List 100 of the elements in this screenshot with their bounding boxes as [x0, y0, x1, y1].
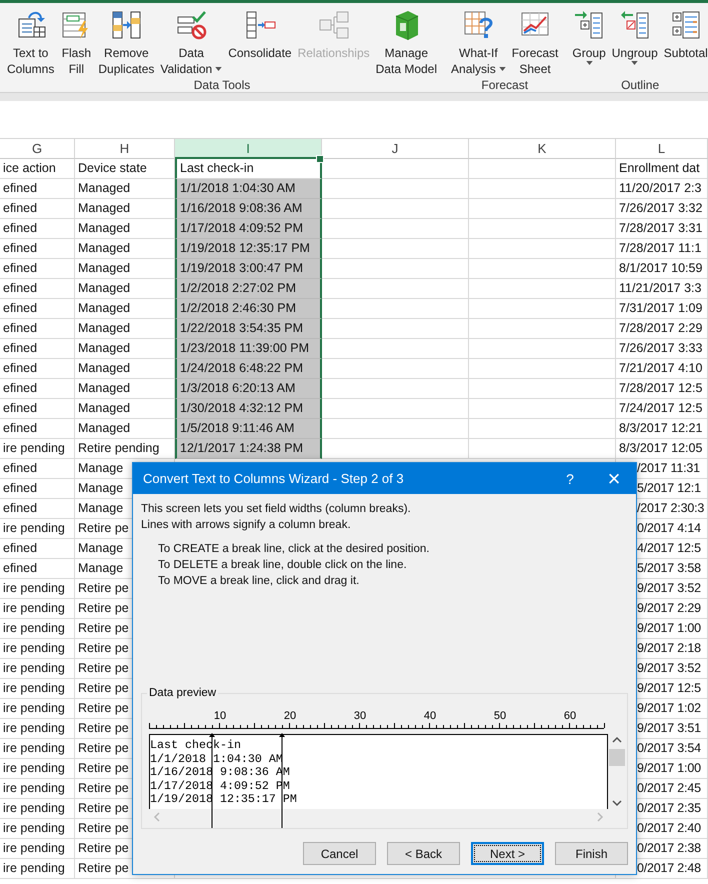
table-cell: efined — [0, 379, 75, 399]
ribbon-button[interactable]: Manage Data Model — [372, 3, 440, 78]
table-cell: 1/22/2018 3:54:35 PM — [175, 319, 322, 339]
ruler-number: 40 — [424, 710, 436, 722]
ribbon-button[interactable]: Flash Fill — [57, 3, 96, 78]
dialog-button[interactable]: Next > — [471, 842, 544, 865]
table-cell: ire pending — [0, 619, 75, 639]
table-cell: 11/20/2017 2:3 — [616, 179, 708, 199]
table-cell: efined — [0, 459, 75, 479]
group-rows-icon — [573, 9, 606, 41]
group-label: Data preview — [147, 686, 218, 701]
table-cell: ire pending — [0, 699, 75, 719]
table-cell: ire pending — [0, 719, 75, 739]
columns-arrow-icon — [110, 9, 142, 41]
table-cell: ire pending — [0, 859, 75, 879]
table-cell: ire pending — [0, 739, 75, 759]
ribbon-button[interactable]: Ungroup — [608, 3, 661, 78]
subtotal-grid-icon — [670, 9, 702, 41]
table-cell: 7/24/2017 12:5 — [616, 399, 708, 419]
table-cell: 1/17/2018 4:09:52 PM — [175, 219, 322, 239]
table-cell: 1/3/2018 6:20:13 AM — [175, 379, 322, 399]
table-cell: ire pending — [0, 519, 75, 539]
group-label: Outline — [621, 78, 660, 92]
ribbon-button[interactable]: Data Validation — [157, 3, 226, 78]
table-cell: 1/19/2018 12:35:17 PM — [175, 239, 322, 259]
vertical-scrollbar[interactable] — [608, 734, 625, 809]
ribbon-button[interactable]: Remove Duplicates — [95, 3, 158, 78]
table-cell: 7/28/2017 11:1 — [616, 239, 708, 259]
column-header[interactable]: K — [469, 138, 616, 159]
table-cell: efined — [0, 279, 75, 299]
table-cell: efined — [0, 479, 75, 499]
table-cell: efined — [0, 219, 75, 239]
table-cell: 8/3/2017 12:05 — [616, 439, 708, 459]
checkmark-prohibit-icon — [175, 9, 208, 41]
ribbon-button[interactable]: Text to Columns — [4, 3, 58, 78]
table-cell: 1/5/2018 9:11:46 AM — [175, 419, 322, 439]
group-label: Forecast — [481, 78, 528, 92]
table-cell: efined — [0, 259, 75, 279]
table-cell: Device state — [75, 159, 175, 179]
table-cell: ire pending — [0, 679, 75, 699]
table-cell: efined — [0, 299, 75, 319]
ruler-number: 20 — [284, 710, 296, 722]
table-cell: efined — [0, 419, 75, 439]
fill-handle[interactable] — [316, 155, 324, 163]
table-cell: 1/2/2018 2:46:30 PM — [175, 299, 322, 319]
column-header[interactable]: H — [75, 138, 175, 159]
table-cell: efined — [0, 319, 75, 339]
table-cell: ire pending — [0, 759, 75, 779]
help-button[interactable]: ? — [548, 463, 592, 494]
table-cell: efined — [0, 239, 75, 259]
table-cell: efined — [0, 359, 75, 379]
table-cell: 12/1/2017 1:24:38 PM — [175, 439, 322, 459]
table-cell: efined — [0, 199, 75, 219]
table-cell: 1/2/2018 2:27:02 PM — [175, 279, 322, 299]
table-cell: ire pending — [0, 659, 75, 679]
table-cell: ire pending — [0, 779, 75, 799]
ruler-number: 10 — [214, 710, 226, 722]
table-cell: 1/23/2018 11:39:00 PM — [175, 339, 322, 359]
table-cell: 1/16/2018 9:08:36 AM — [175, 199, 322, 219]
ribbon-button[interactable]: Consolidate — [225, 3, 295, 78]
linked-tables-icon — [318, 9, 350, 41]
column-header[interactable]: J — [322, 138, 469, 159]
table-cell: efined — [0, 539, 75, 559]
question-grid-icon — [462, 9, 494, 41]
table-cell: 11/21/2017 3:3 — [616, 279, 708, 299]
table-cell: 7/21/2017 4:10 — [616, 359, 708, 379]
cells-arrow-icon — [244, 9, 276, 41]
table-cell: ice action — [0, 159, 75, 179]
table-cell: 8/1/2017 10:59 — [616, 259, 708, 279]
table-cell: ire pending — [0, 799, 75, 819]
ribbon-button[interactable]: Subtotal — [660, 3, 708, 78]
table-cell: 7/26/2017 3:32 — [616, 199, 708, 219]
ribbon-button[interactable]: What-If Analysis — [448, 3, 509, 78]
table-cell: ire pending — [0, 819, 75, 839]
dialog-button[interactable]: < Back — [387, 842, 460, 865]
table-cell: efined — [0, 399, 75, 419]
table-cell: 1/30/2018 4:32:12 PM — [175, 399, 322, 419]
dialog-button[interactable]: Cancel — [303, 842, 376, 865]
table-cell: efined — [0, 179, 75, 199]
table-cell: ire pending — [0, 639, 75, 659]
ribbon-button[interactable]: Forecast Sheet — [508, 3, 562, 78]
dialog-button[interactable]: Finish — [555, 842, 628, 865]
table-cell: ire pending — [0, 599, 75, 619]
table-cell: 7/28/2017 3:31 — [616, 219, 708, 239]
ribbon-button[interactable]: Group — [569, 3, 609, 78]
table-cell: ire pending — [0, 839, 75, 859]
ruler-number: 50 — [494, 710, 506, 722]
column-header[interactable]: G — [0, 138, 75, 159]
table-cell: efined — [0, 559, 75, 579]
table-cell: 7/28/2017 2:29 — [616, 319, 708, 339]
table-cell: Enrollment dat — [616, 159, 708, 179]
column-header[interactable]: I — [175, 138, 322, 159]
table-cell: efined — [0, 339, 75, 359]
ruler-number: 60 — [564, 710, 576, 722]
table-cell: ire pending — [0, 439, 75, 459]
scroll-thumb[interactable] — [608, 749, 624, 766]
ungroup-rows-icon — [618, 9, 651, 41]
table-cell: 1/19/2018 3:00:47 PM — [175, 259, 322, 279]
table-cell: efined — [0, 499, 75, 519]
column-header[interactable]: L — [616, 138, 708, 159]
